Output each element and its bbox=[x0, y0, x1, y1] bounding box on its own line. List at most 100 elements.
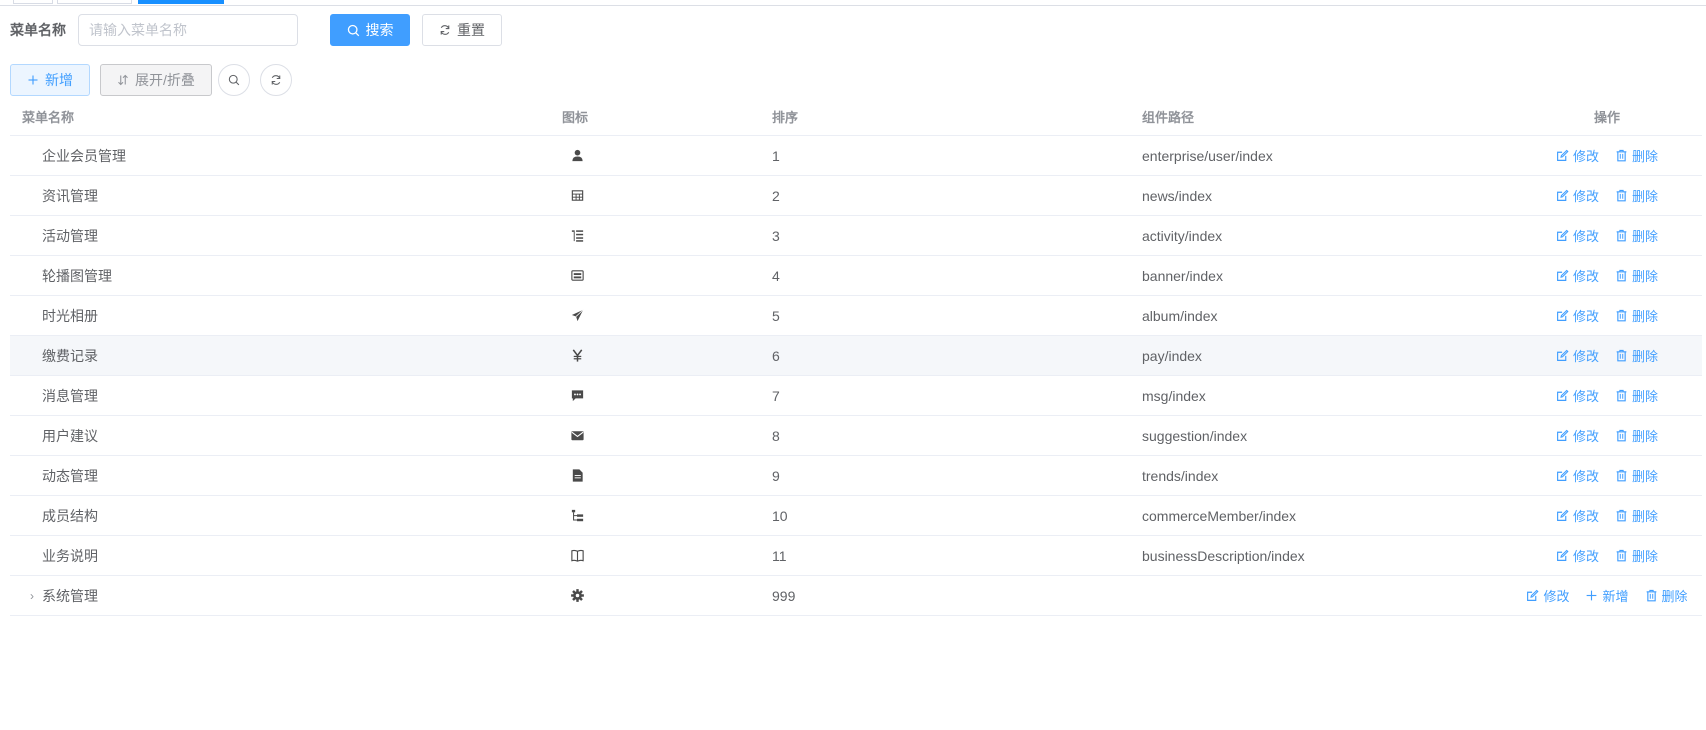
toggle-search-button[interactable] bbox=[218, 64, 250, 96]
menu-name: 轮播图管理 bbox=[42, 267, 112, 284]
reset-button[interactable]: 重置 bbox=[422, 14, 502, 46]
table-row[interactable]: 时光相册 5 album/index 修改 删除 bbox=[10, 296, 1702, 336]
mail-icon bbox=[569, 428, 585, 444]
table-row[interactable]: 缴费记录 6 pay/index 修改 删除 bbox=[10, 336, 1702, 376]
edit-button[interactable]: 修改 bbox=[1556, 186, 1599, 205]
edit-button[interactable]: 修改 bbox=[1556, 266, 1599, 285]
table-row[interactable]: 用户建议 8 suggestion/index 修改 删除 bbox=[10, 416, 1702, 456]
edit-icon bbox=[1557, 509, 1569, 521]
cell-menu-name: 活动管理 bbox=[10, 226, 550, 246]
edit-button[interactable]: 修改 bbox=[1556, 346, 1599, 365]
menu-name: 系统管理 bbox=[42, 587, 98, 604]
delete-label: 删除 bbox=[1632, 269, 1659, 284]
cell-component-path: activity/index bbox=[1142, 227, 1223, 244]
edit-label: 修改 bbox=[1572, 189, 1599, 204]
delete-button[interactable]: 删除 bbox=[1615, 226, 1658, 245]
search-button[interactable]: 搜索 bbox=[330, 14, 410, 46]
cell-component-path: album/index bbox=[1142, 307, 1218, 324]
search-form: 菜单名称 搜索 重置 bbox=[10, 14, 502, 46]
delete-button[interactable]: 删除 bbox=[1615, 266, 1658, 285]
tag-tab[interactable] bbox=[13, 0, 53, 4]
table-row[interactable]: 动态管理 9 trends/index 修改 删除 bbox=[10, 456, 1702, 496]
edit-label: 修改 bbox=[1572, 429, 1599, 444]
menu-name: 资讯管理 bbox=[42, 187, 98, 204]
table-row[interactable]: 轮播图管理 4 banner/index 修改 删除 bbox=[10, 256, 1702, 296]
reset-button-label: 重置 bbox=[457, 22, 485, 38]
cell-operations: 修改 新增 删除 bbox=[1512, 586, 1702, 605]
edit-label: 修改 bbox=[1543, 589, 1570, 604]
menu-name-input[interactable] bbox=[78, 14, 298, 46]
edit-button[interactable]: 修改 bbox=[1556, 546, 1599, 565]
header-menu-name: 菜单名称 bbox=[22, 110, 75, 125]
delete-label: 删除 bbox=[1661, 589, 1688, 604]
delete-button[interactable]: 删除 bbox=[1615, 386, 1658, 405]
delete-icon bbox=[1616, 269, 1627, 282]
table-row[interactable]: 企业会员管理 1 enterprise/user/index 修改 删除 bbox=[10, 136, 1702, 176]
edit-button[interactable]: 修改 bbox=[1556, 146, 1599, 165]
table-row[interactable]: › 系统管理 999 修改 新增 删除 bbox=[10, 576, 1702, 616]
delete-button[interactable]: 删除 bbox=[1615, 306, 1658, 325]
table-row[interactable]: 活动管理 3 activity/index 修改 删除 bbox=[10, 216, 1702, 256]
delete-button[interactable]: 删除 bbox=[1615, 186, 1658, 205]
edit-label: 修改 bbox=[1572, 509, 1599, 524]
cell-operations: 修改 删除 bbox=[1512, 546, 1702, 565]
table-row[interactable]: 消息管理 7 msg/index 修改 删除 bbox=[10, 376, 1702, 416]
search-icon bbox=[347, 24, 359, 36]
edit-button[interactable]: 修改 bbox=[1556, 306, 1599, 325]
edit-label: 修改 bbox=[1572, 469, 1599, 484]
chevron-right-icon[interactable]: › bbox=[22, 589, 42, 603]
cell-operations: 修改 删除 bbox=[1512, 266, 1702, 285]
edit-icon bbox=[1557, 149, 1569, 161]
edit-button[interactable]: 修改 bbox=[1556, 426, 1599, 445]
edit-button[interactable]: 修改 bbox=[1556, 226, 1599, 245]
cell-operations: 修改 删除 bbox=[1512, 306, 1702, 325]
edit-icon bbox=[1557, 269, 1569, 281]
delete-button[interactable]: 删除 bbox=[1615, 346, 1658, 365]
delete-button[interactable]: 删除 bbox=[1615, 146, 1658, 165]
edit-icon bbox=[1557, 549, 1569, 561]
edit-button[interactable]: 修改 bbox=[1556, 386, 1599, 405]
delete-label: 删除 bbox=[1632, 509, 1659, 524]
delete-icon bbox=[1616, 389, 1627, 402]
edit-button[interactable]: 修改 bbox=[1556, 466, 1599, 485]
table-row[interactable]: 资讯管理 2 news/index 修改 删除 bbox=[10, 176, 1702, 216]
refresh-button[interactable] bbox=[260, 64, 292, 96]
table-row[interactable]: 成员结构 10 commerceMember/index 修改 删除 bbox=[10, 496, 1702, 536]
expand-collapse-button[interactable]: 展开/折叠 bbox=[100, 64, 212, 96]
delete-button[interactable]: 删除 bbox=[1615, 506, 1658, 525]
tag-tab[interactable] bbox=[57, 0, 132, 4]
gear-icon bbox=[569, 588, 585, 604]
add-label: 新增 bbox=[1602, 589, 1629, 604]
table-row[interactable]: 业务说明 11 businessDescription/index 修改 删除 bbox=[10, 536, 1702, 576]
cell-component-path: commerceMember/index bbox=[1142, 507, 1297, 524]
edit-icon bbox=[1557, 309, 1569, 321]
cell-menu-name: 时光相册 bbox=[10, 306, 550, 326]
toolbar: 新增 展开/折叠 bbox=[10, 64, 292, 96]
delete-label: 删除 bbox=[1632, 149, 1659, 164]
tag-tab-active[interactable] bbox=[138, 0, 224, 4]
cell-operations: 修改 删除 bbox=[1512, 426, 1702, 445]
delete-icon bbox=[1616, 429, 1627, 442]
delete-button[interactable]: 删除 bbox=[1615, 426, 1658, 445]
cell-sort: 2 bbox=[772, 187, 780, 204]
add-button[interactable]: 新增 bbox=[10, 64, 90, 96]
cell-component-path: msg/index bbox=[1142, 387, 1206, 404]
delete-label: 删除 bbox=[1632, 189, 1659, 204]
refresh-icon bbox=[271, 75, 281, 85]
cell-sort: 11 bbox=[772, 547, 787, 564]
edit-button[interactable]: 修改 bbox=[1556, 506, 1599, 525]
add-child-button[interactable]: 新增 bbox=[1585, 586, 1629, 605]
menu-name: 消息管理 bbox=[42, 387, 98, 404]
cell-operations: 修改 删除 bbox=[1512, 186, 1702, 205]
cell-icon bbox=[550, 428, 760, 444]
edit-label: 修改 bbox=[1572, 549, 1599, 564]
menu-name: 成员结构 bbox=[42, 507, 98, 524]
delete-icon bbox=[1616, 149, 1627, 162]
delete-button[interactable]: 删除 bbox=[1615, 466, 1658, 485]
delete-button[interactable]: 删除 bbox=[1645, 586, 1688, 605]
sort-icon bbox=[118, 74, 128, 86]
delete-button[interactable]: 删除 bbox=[1615, 546, 1658, 565]
cell-menu-name: 动态管理 bbox=[10, 466, 550, 486]
menu-name-label: 菜单名称 bbox=[10, 22, 66, 38]
edit-button[interactable]: 修改 bbox=[1526, 586, 1569, 605]
